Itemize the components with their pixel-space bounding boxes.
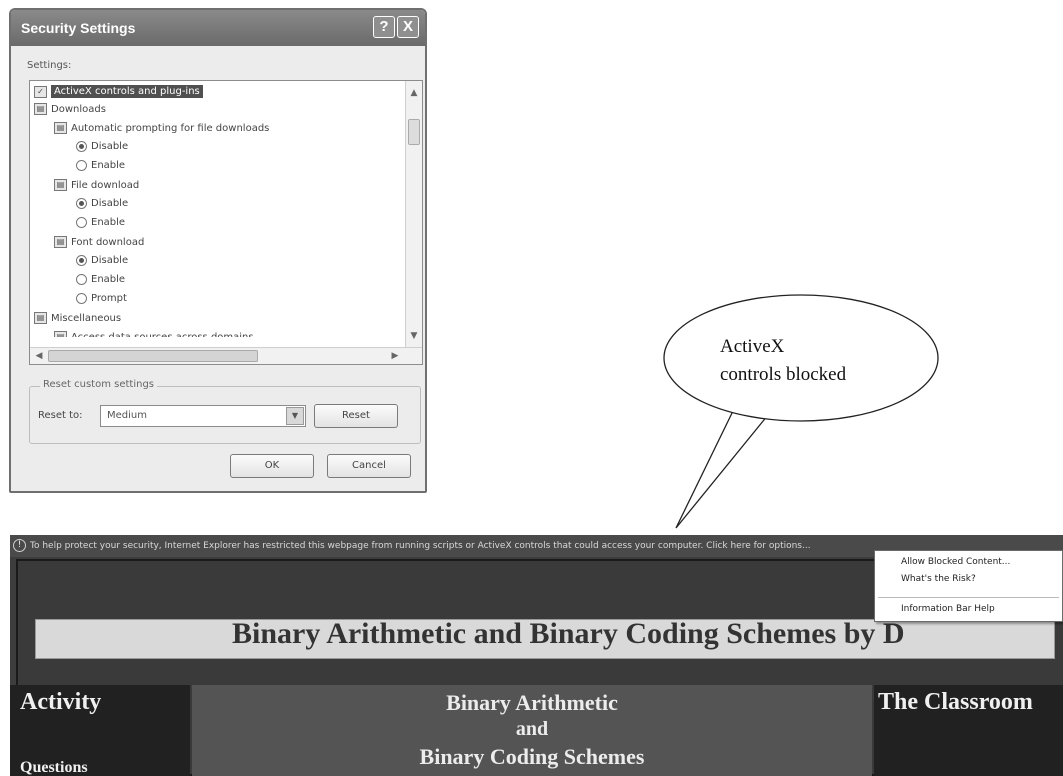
questions-link[interactable]: Questions (20, 759, 88, 776)
left-column: Activity Questions (10, 685, 190, 776)
page-title: Binary Arithmetic and Binary Coding Sche… (232, 617, 905, 650)
middle-heading-line-1: Binary Arithmetic (446, 690, 618, 715)
callout-line-1: ActiveX (720, 336, 785, 357)
menu-item-whats-the-risk[interactable]: What's the Risk? (901, 574, 976, 584)
middle-heading-line-3: Binary Coding Schemes (419, 744, 645, 769)
classroom-heading: The Classroom (878, 689, 1033, 715)
middle-heading: Binary Arithmetic and Binary Coding Sche… (192, 689, 872, 770)
callout-text: ActiveX controls blocked (720, 333, 846, 389)
shield-icon: ! (13, 539, 26, 552)
menu-item-allow-blocked-content[interactable]: Allow Blocked Content... (901, 557, 1010, 567)
activity-heading: Activity (20, 689, 102, 715)
infobar-context-menu: Allow Blocked Content... What's the Risk… (874, 550, 1063, 622)
menu-separator (878, 597, 1059, 598)
middle-heading-line-2: and (515, 718, 549, 740)
right-column: The Classroom (874, 685, 1063, 776)
callout-line-2: controls blocked (720, 364, 847, 385)
callout-shape (675, 410, 769, 529)
middle-column: Binary Arithmetic and Binary Coding Sche… (192, 685, 872, 776)
menu-item-information-bar-help[interactable]: Information Bar Help (901, 604, 995, 614)
infobar-text: To help protect your security, Internet … (30, 541, 811, 551)
